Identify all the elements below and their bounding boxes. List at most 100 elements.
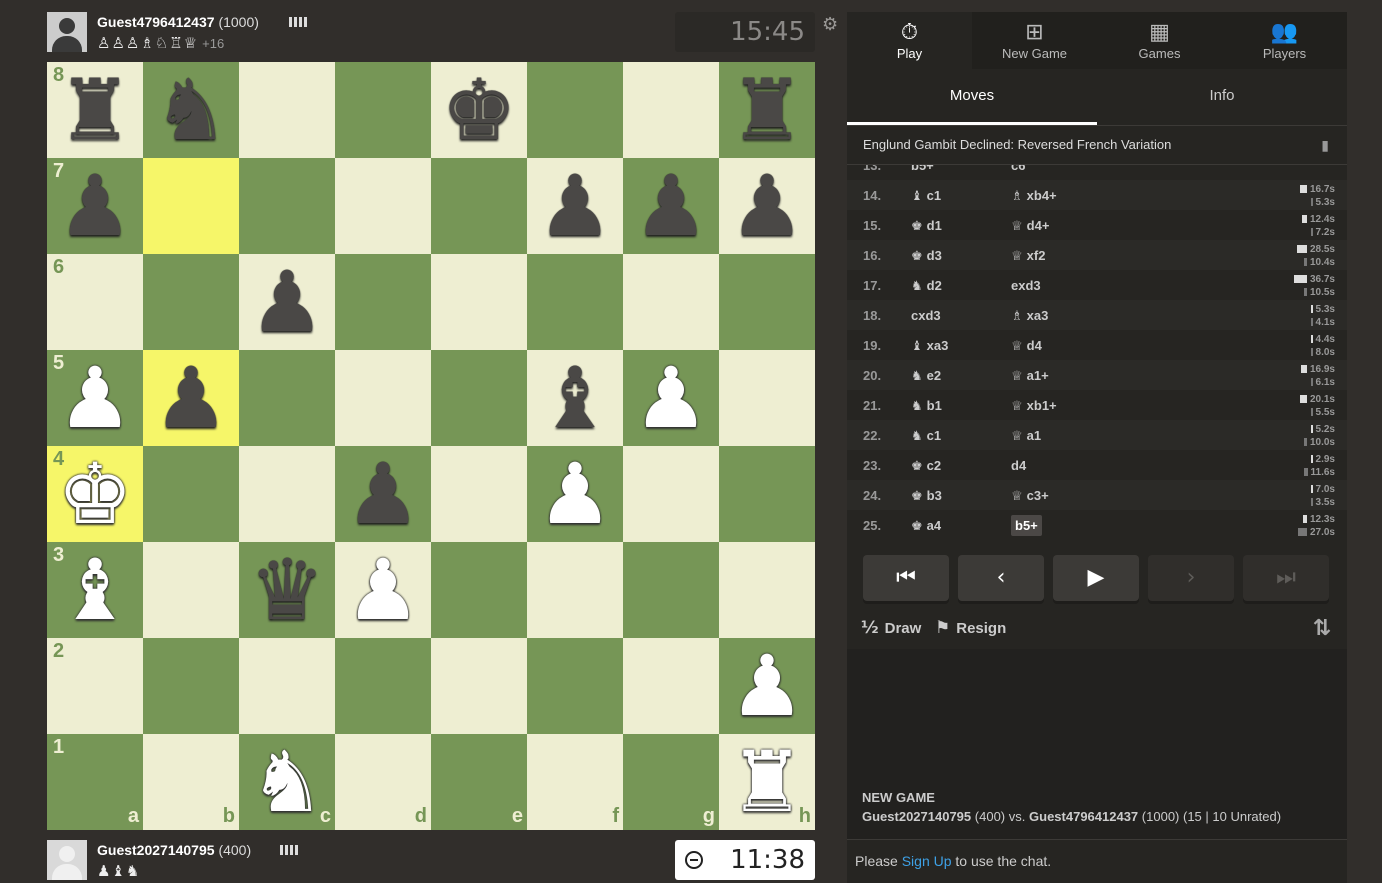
square-h8[interactable]: ♜ [719, 62, 815, 158]
move-list[interactable]: 13.b5+c68.0s14.♝c1♗xb4+16.7s5.3s15.♚d1♕d… [847, 165, 1347, 537]
black-move[interactable]: d4 [1011, 458, 1026, 473]
black-move[interactable]: ♕ xf2 [1011, 248, 1045, 264]
first-move-button[interactable]: ⏮ [863, 555, 949, 601]
black-move[interactable]: ♕ c3+ [1011, 488, 1049, 504]
square-c1[interactable]: c ♞ [239, 734, 335, 830]
black-move[interactable]: exd3 [1011, 278, 1041, 293]
nav-new-game[interactable]: ⊞ New Game [972, 12, 1097, 69]
tab-moves[interactable]: Moves [847, 69, 1097, 125]
bottom-player-username[interactable]: Guest2027140795 [97, 842, 215, 858]
black-bishop-f5[interactable]: ♝ [527, 350, 623, 446]
square-e5[interactable] [431, 350, 527, 446]
square-b2[interactable] [143, 638, 239, 734]
white-knight-c1[interactable]: ♞ [239, 734, 335, 830]
square-c7[interactable] [239, 158, 335, 254]
square-g7[interactable]: ♟ [623, 158, 719, 254]
square-a1[interactable]: 1a [47, 734, 143, 830]
square-g1[interactable]: g [623, 734, 719, 830]
white-pawn-h2[interactable]: ♟ [719, 638, 815, 734]
square-g3[interactable] [623, 542, 719, 638]
gear-icon[interactable]: ⚙ [822, 14, 838, 35]
square-a3[interactable]: 3 ♝ [47, 542, 143, 638]
square-h6[interactable] [719, 254, 815, 350]
nav-players[interactable]: 👥 Players [1222, 12, 1347, 69]
white-pawn-a5[interactable]: ♟ [47, 350, 143, 446]
chat-black-name[interactable]: Guest4796412437 [1029, 809, 1138, 824]
black-knight-b8[interactable]: ♞ [143, 62, 239, 158]
square-f7[interactable]: ♟ [527, 158, 623, 254]
white-move[interactable]: ♝ xa3 [911, 338, 948, 354]
square-b5[interactable]: ♟ [143, 350, 239, 446]
square-f1[interactable]: f [527, 734, 623, 830]
square-f6[interactable] [527, 254, 623, 350]
square-d8[interactable] [335, 62, 431, 158]
square-b1[interactable]: b [143, 734, 239, 830]
white-move[interactable]: ♚ b3 [911, 488, 942, 504]
tab-info[interactable]: Info [1097, 69, 1347, 125]
square-c8[interactable] [239, 62, 335, 158]
square-f4[interactable]: ♟ [527, 446, 623, 542]
black-move[interactable]: ♕ d4 [1011, 338, 1042, 354]
white-move[interactable]: ♞ b1 [911, 398, 942, 414]
previous-move-button[interactable]: ‹ [958, 555, 1044, 601]
square-f8[interactable] [527, 62, 623, 158]
square-d6[interactable] [335, 254, 431, 350]
square-a7[interactable]: 7 ♟ [47, 158, 143, 254]
black-move[interactable]: ♕ d4+ [1011, 218, 1049, 234]
white-pawn-d3[interactable]: ♟ [335, 542, 431, 638]
sign-up-link[interactable]: Sign Up [902, 853, 952, 869]
black-move[interactable]: ♕ a1 [1011, 428, 1041, 444]
square-f5[interactable]: ♝ [527, 350, 623, 446]
bottom-player-name[interactable]: Guest2027140795 (400) [97, 842, 251, 858]
square-b7[interactable] [143, 158, 239, 254]
draw-button[interactable]: ½ Draw [861, 618, 921, 638]
square-f3[interactable] [527, 542, 623, 638]
square-d3[interactable]: ♟ [335, 542, 431, 638]
square-d4[interactable]: ♟ [335, 446, 431, 542]
black-rook-a8[interactable]: ♜ [47, 62, 143, 158]
square-g4[interactable] [623, 446, 719, 542]
current-move[interactable]: b5+ [1011, 515, 1042, 536]
chess-board[interactable]: 8 ♜ ♞ ♚ ♜ 7 ♟ ♟ ♟ ♟ 6 ♟ 5 ♟ ♟ ♝ ♟ 4 ♚ ♟ ♟ 3 ♝ ♛ ♟ 2 ♟ 1 a b c ♞ d e f g h ♜ [47, 62, 815, 830]
white-rook-h1[interactable]: ♜ [719, 734, 815, 830]
square-g2[interactable] [623, 638, 719, 734]
flip-board-icon[interactable]: ⇅ [1313, 616, 1331, 641]
white-move[interactable]: ♚ d3 [911, 248, 942, 264]
square-e1[interactable]: e [431, 734, 527, 830]
black-move[interactable]: ♗ xa3 [1011, 308, 1048, 324]
square-b8[interactable]: ♞ [143, 62, 239, 158]
book-icon[interactable]: ▮ [1321, 137, 1329, 154]
white-move[interactable]: ♚ d1 [911, 218, 942, 234]
square-g8[interactable] [623, 62, 719, 158]
resign-button[interactable]: ⚑ Resign [935, 618, 1006, 638]
bottom-player-avatar[interactable] [47, 840, 87, 880]
nav-games[interactable]: ▦ Games [1097, 12, 1222, 69]
square-d5[interactable] [335, 350, 431, 446]
black-pawn-f7[interactable]: ♟ [527, 158, 623, 254]
square-f2[interactable] [527, 638, 623, 734]
square-a2[interactable]: 2 [47, 638, 143, 734]
play-button[interactable]: ▶ [1053, 555, 1139, 601]
white-pawn-f4[interactable]: ♟ [527, 446, 623, 542]
nav-play[interactable]: ⏱ Play [847, 12, 972, 69]
square-a6[interactable]: 6 [47, 254, 143, 350]
next-move-button[interactable]: › [1148, 555, 1234, 601]
square-h3[interactable] [719, 542, 815, 638]
square-b3[interactable] [143, 542, 239, 638]
black-move[interactable]: ♕ xb1+ [1011, 398, 1057, 414]
square-h2[interactable]: ♟ [719, 638, 815, 734]
square-g5[interactable]: ♟ [623, 350, 719, 446]
last-move-button[interactable]: ⏭ [1243, 555, 1329, 601]
black-move[interactable]: ♗ xb4+ [1011, 188, 1057, 204]
square-h1[interactable]: h ♜ [719, 734, 815, 830]
square-c4[interactable] [239, 446, 335, 542]
square-a4[interactable]: 4 ♚ [47, 446, 143, 542]
square-c5[interactable] [239, 350, 335, 446]
black-move[interactable]: c6 [1011, 165, 1025, 173]
square-e3[interactable] [431, 542, 527, 638]
square-e8[interactable]: ♚ [431, 62, 527, 158]
square-e6[interactable] [431, 254, 527, 350]
black-king-e8[interactable]: ♚ [431, 62, 527, 158]
white-pawn-g5[interactable]: ♟ [623, 350, 719, 446]
black-pawn-h7[interactable]: ♟ [719, 158, 815, 254]
